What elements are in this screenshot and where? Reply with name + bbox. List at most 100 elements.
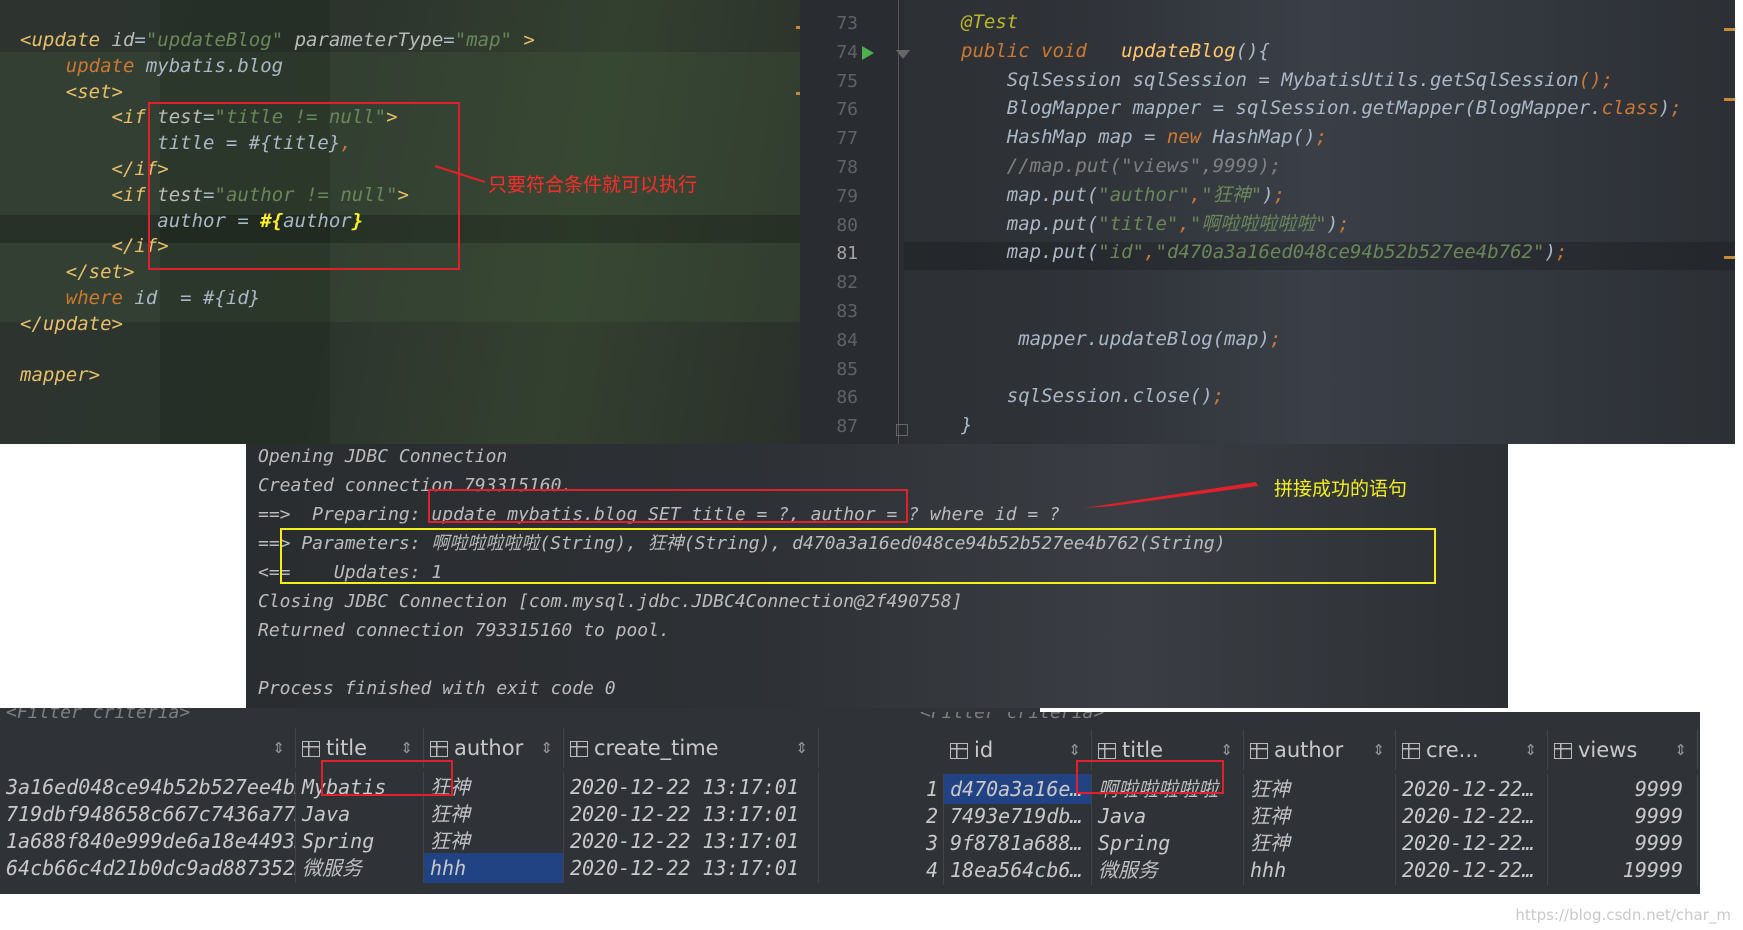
code-line[interactable]: </set> [20,259,135,285]
code-line[interactable]: <set> [20,79,123,105]
code-token: getSqlSession [1430,68,1579,91]
code-token: where [65,287,123,309]
fold-open-icon[interactable] [896,50,910,59]
code-line[interactable]: <update id="updateBlog" parameterType="m… [20,27,535,53]
code-line[interactable]: map.put("author","狂神"); [961,182,1285,208]
sort-icon[interactable]: ⇕ [272,728,285,768]
code-line[interactable]: </update> [20,311,123,337]
table-cell[interactable]: 7493e719db… [944,801,1092,831]
row-number[interactable]: 2 [920,801,944,831]
table-cell[interactable]: 719dbf948658c667c7436a77… [0,799,296,829]
table-cell[interactable]: Java [1092,801,1244,831]
line-number: 77 [836,128,858,150]
table-cell[interactable]: 2020-12-22… [1396,828,1548,858]
table-cell[interactable]: 18ea564cb6… [944,855,1092,885]
filter-input[interactable]: <Filter criteria> [920,712,1104,723]
table-cell[interactable]: 19999 [1548,855,1698,885]
code-line[interactable]: </if> [20,156,169,182]
table-cell[interactable]: 2020-12-22… [1396,801,1548,831]
table-cell[interactable]: 狂神 [424,826,564,856]
blog-table-before[interactable]: <Filter criteria> ⇕ title ⇕ author ⇕ create_t… [0,708,1040,894]
xml-mapper-editor[interactable]: <update id="updateBlog" parameterType="m… [0,0,810,444]
column-header[interactable]: ⇕ [0,728,296,768]
code-line[interactable]: BlogMapper mapper = sqlSession.getMapper… [961,95,1682,121]
table-cell[interactable]: 9f8781a688… [944,828,1092,858]
sort-icon[interactable]: ⇕ [1372,730,1385,770]
column-header[interactable]: cre... ⇕ [1396,730,1548,770]
code-line[interactable]: mapper> [20,362,100,388]
column-header[interactable]: author ⇕ [1244,730,1396,770]
table-cell[interactable]: Spring [296,826,424,856]
table-cell[interactable]: Spring [1092,828,1244,858]
line-number: 78 [836,157,858,178]
column-header[interactable]: create_time ⇕ [564,728,819,768]
table-cell[interactable]: 9999 [1548,828,1698,858]
code-line[interactable]: HashMap map = new HashMap(); [961,124,1327,150]
code-line[interactable]: map.put("title","啊啦啦啦啦啦"); [961,211,1350,237]
code-line[interactable]: where id = #{id} [20,285,260,311]
code-line[interactable]: SqlSession sqlSession = MybatisUtils.get… [961,67,1613,93]
line-number: 83 [836,301,858,322]
code-token: } [961,414,973,437]
table-cell[interactable]: 9999 [1548,774,1698,804]
code-line[interactable]: map.put("id","d470a3a16ed048ce94b52b527e… [961,239,1568,265]
code-line[interactable]: //map.put("views",9999); [961,153,1282,179]
java-test-editor[interactable]: 73 74 75 76 77 78 79 80 81 82 83 84 85 86 87 @Test publ… [800,0,1735,444]
code-token: "updateBlog" [145,29,284,51]
column-label: title [326,736,368,760]
blog-table-after[interactable]: <Filter criteria> id ⇕ title ⇕ author ⇕ cre...… [920,712,1700,894]
sort-icon[interactable]: ⇕ [795,728,808,768]
table-cell[interactable]: 2020-12-22… [1396,774,1548,804]
code-line[interactable]: </if> [20,233,169,259]
scroll-marker [1724,98,1735,101]
filter-input[interactable]: <Filter criteria> [6,708,190,723]
code-line[interactable]: update mybatis.blog [20,53,283,79]
table-cell[interactable]: 微服务 [296,853,424,883]
table-cell[interactable]: 3a16ed048ce94b52b527ee4b… [0,772,296,802]
code-token: HashMap() [1201,126,1316,149]
table-cell[interactable]: 2020-12-22 13:17:01 [564,799,819,829]
table-cell[interactable]: 狂神 [1244,801,1396,831]
table-cell[interactable]: 9999 [1548,801,1698,831]
table-cell[interactable]: 狂神 [424,799,564,829]
run-test-icon[interactable] [862,46,874,60]
table-cell[interactable]: 64cb66c4d21b0dc9ad887352… [0,853,296,883]
fold-close-icon[interactable] [896,424,908,436]
column-header[interactable]: id ⇕ [944,730,1092,770]
table-cell[interactable]: d470a3a16e… [944,774,1092,804]
table-cell[interactable]: Java [296,799,424,829]
code-line[interactable]: @Test [961,9,1018,35]
table-cell[interactable]: 狂神 [1244,828,1396,858]
table-cell[interactable]: 2020-12-22 13:17:01 [564,772,819,802]
sort-icon[interactable]: ⇕ [540,728,553,768]
table-cell[interactable]: 2020-12-22 13:17:01 [564,853,819,883]
line-number: 81 [836,243,858,265]
code-line[interactable]: mapper.updateBlog(map); [961,326,1281,352]
table-cell[interactable]: 2020-12-22 13:17:01 [564,826,819,856]
sort-icon[interactable]: ⇕ [1524,730,1537,770]
row-number[interactable]: 1 [920,774,944,804]
watermark: https://blog.csdn.net/char_m [1515,906,1731,924]
column-table-icon [1250,743,1268,759]
table-cell[interactable]: hhh [1244,855,1396,885]
row-number[interactable]: 3 [920,828,944,858]
column-header[interactable]: views ⇕ [1548,730,1698,770]
code-token: "id" [1098,241,1145,264]
code-token: = [134,29,146,51]
code-token: updateBlog [1121,39,1236,62]
table-cell[interactable]: 2020-12-22… [1396,855,1548,885]
row-number[interactable]: 4 [920,855,944,885]
code-line[interactable]: public void updateBlog(){ [961,38,1270,64]
code-line[interactable]: sqlSession.close(); [961,383,1224,409]
column-table-icon [1402,743,1420,759]
table-cell[interactable]: 微服务 [1092,855,1244,885]
code-token: //map.put("views",9999); [961,155,1282,177]
code-line[interactable]: } [961,412,972,438]
table-cell[interactable]: hhh [424,853,564,883]
table-cell[interactable]: 1a688f840e999de6a18e4493… [0,826,296,856]
code-token: <set> [65,80,123,103]
line-number: 76 [836,99,858,121]
table-cell[interactable]: 狂神 [1244,774,1396,804]
sort-icon[interactable]: ⇕ [1674,730,1687,770]
